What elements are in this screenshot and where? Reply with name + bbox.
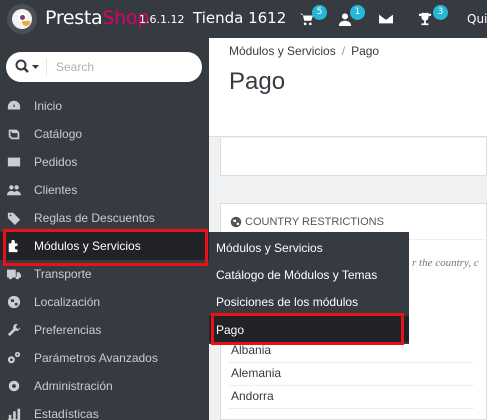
submenu-item-posiciones[interactable]: Posiciones de los módulos xyxy=(209,288,409,314)
shop-name-link[interactable]: Tienda 1612 xyxy=(193,9,286,27)
brand-name[interactable]: PrestaShop xyxy=(45,7,149,29)
envelope-icon[interactable] xyxy=(379,12,393,26)
panel-previous xyxy=(220,138,487,176)
trophy-badge: 3 xyxy=(433,5,448,20)
sidebar-item-localizacion[interactable]: Localización xyxy=(0,288,209,316)
tags-icon xyxy=(7,212,21,225)
page-header: Módulos y Servicios / Pago Pago xyxy=(209,38,487,137)
search-icon xyxy=(15,59,39,73)
sidebar-item-administracion[interactable]: Administración xyxy=(0,372,209,400)
country-list: Albania Alemania Andorra xyxy=(228,340,474,409)
sidebar-item-inicio[interactable]: Inicio xyxy=(0,92,209,120)
submenu-item-modulos[interactable]: Módulos y Servicios xyxy=(209,234,409,260)
submenu-item-catalogo-modulos[interactable]: Catálogo de Módulos y Temas xyxy=(209,261,409,287)
dashboard-icon xyxy=(7,100,21,110)
top-header: PrestaShop 1.6.1.12 Tienda 1612 5 1 3 Qu… xyxy=(0,0,487,38)
sidebar-item-pedidos[interactable]: Pedidos xyxy=(0,148,209,176)
trophy-icon[interactable] xyxy=(418,12,432,26)
search-input[interactable] xyxy=(56,59,196,75)
search-box xyxy=(6,52,202,82)
breadcrumb-pago: Pago xyxy=(351,44,380,58)
cart-badge: 5 xyxy=(312,5,327,20)
highlight-modulos xyxy=(3,229,208,266)
chart-icon xyxy=(7,408,21,420)
prestashop-logo-icon[interactable] xyxy=(7,4,37,34)
main-content: Módulos y Servicios / Pago Pago COUNTRY RE… xyxy=(209,38,487,420)
highlight-pago xyxy=(211,313,404,345)
employee-menu[interactable]: Qui xyxy=(467,12,487,26)
customer-badge: 1 xyxy=(350,5,365,20)
list-item[interactable]: Andorra xyxy=(228,386,474,409)
sidebar-item-preferencias[interactable]: Preferencias xyxy=(0,316,209,344)
panel-hint-text: r the country, c xyxy=(412,257,479,269)
breadcrumb-modulos[interactable]: Módulos y Servicios xyxy=(229,44,336,58)
page-title: Pago xyxy=(229,68,286,95)
breadcrumb: Módulos y Servicios / Pago xyxy=(229,44,380,58)
sidebar-item-parametros[interactable]: Parámetros Avanzados xyxy=(0,344,209,372)
search-dropdown-toggle[interactable] xyxy=(15,59,41,75)
cart-icon[interactable] xyxy=(299,12,313,26)
users-icon xyxy=(7,185,21,196)
version-label: 1.6.1.12 xyxy=(139,13,185,26)
credit-card-icon xyxy=(7,157,21,167)
sidebar-item-estadisticas[interactable]: Estadísticas xyxy=(0,400,209,420)
sidebar-item-catalogo[interactable]: Catálogo xyxy=(0,120,209,148)
globe-icon xyxy=(230,216,242,228)
truck-icon xyxy=(7,269,21,280)
sidebar-item-clientes[interactable]: Clientes xyxy=(0,176,209,204)
list-item[interactable]: Alemania xyxy=(228,363,474,386)
globe-icon xyxy=(7,295,21,309)
cog-icon xyxy=(8,380,20,392)
cogs-icon xyxy=(7,351,21,364)
sidebar-item-reglas[interactable]: Reglas de Descuentos xyxy=(0,204,209,232)
wrench-icon xyxy=(7,323,21,337)
book-icon xyxy=(8,129,20,140)
